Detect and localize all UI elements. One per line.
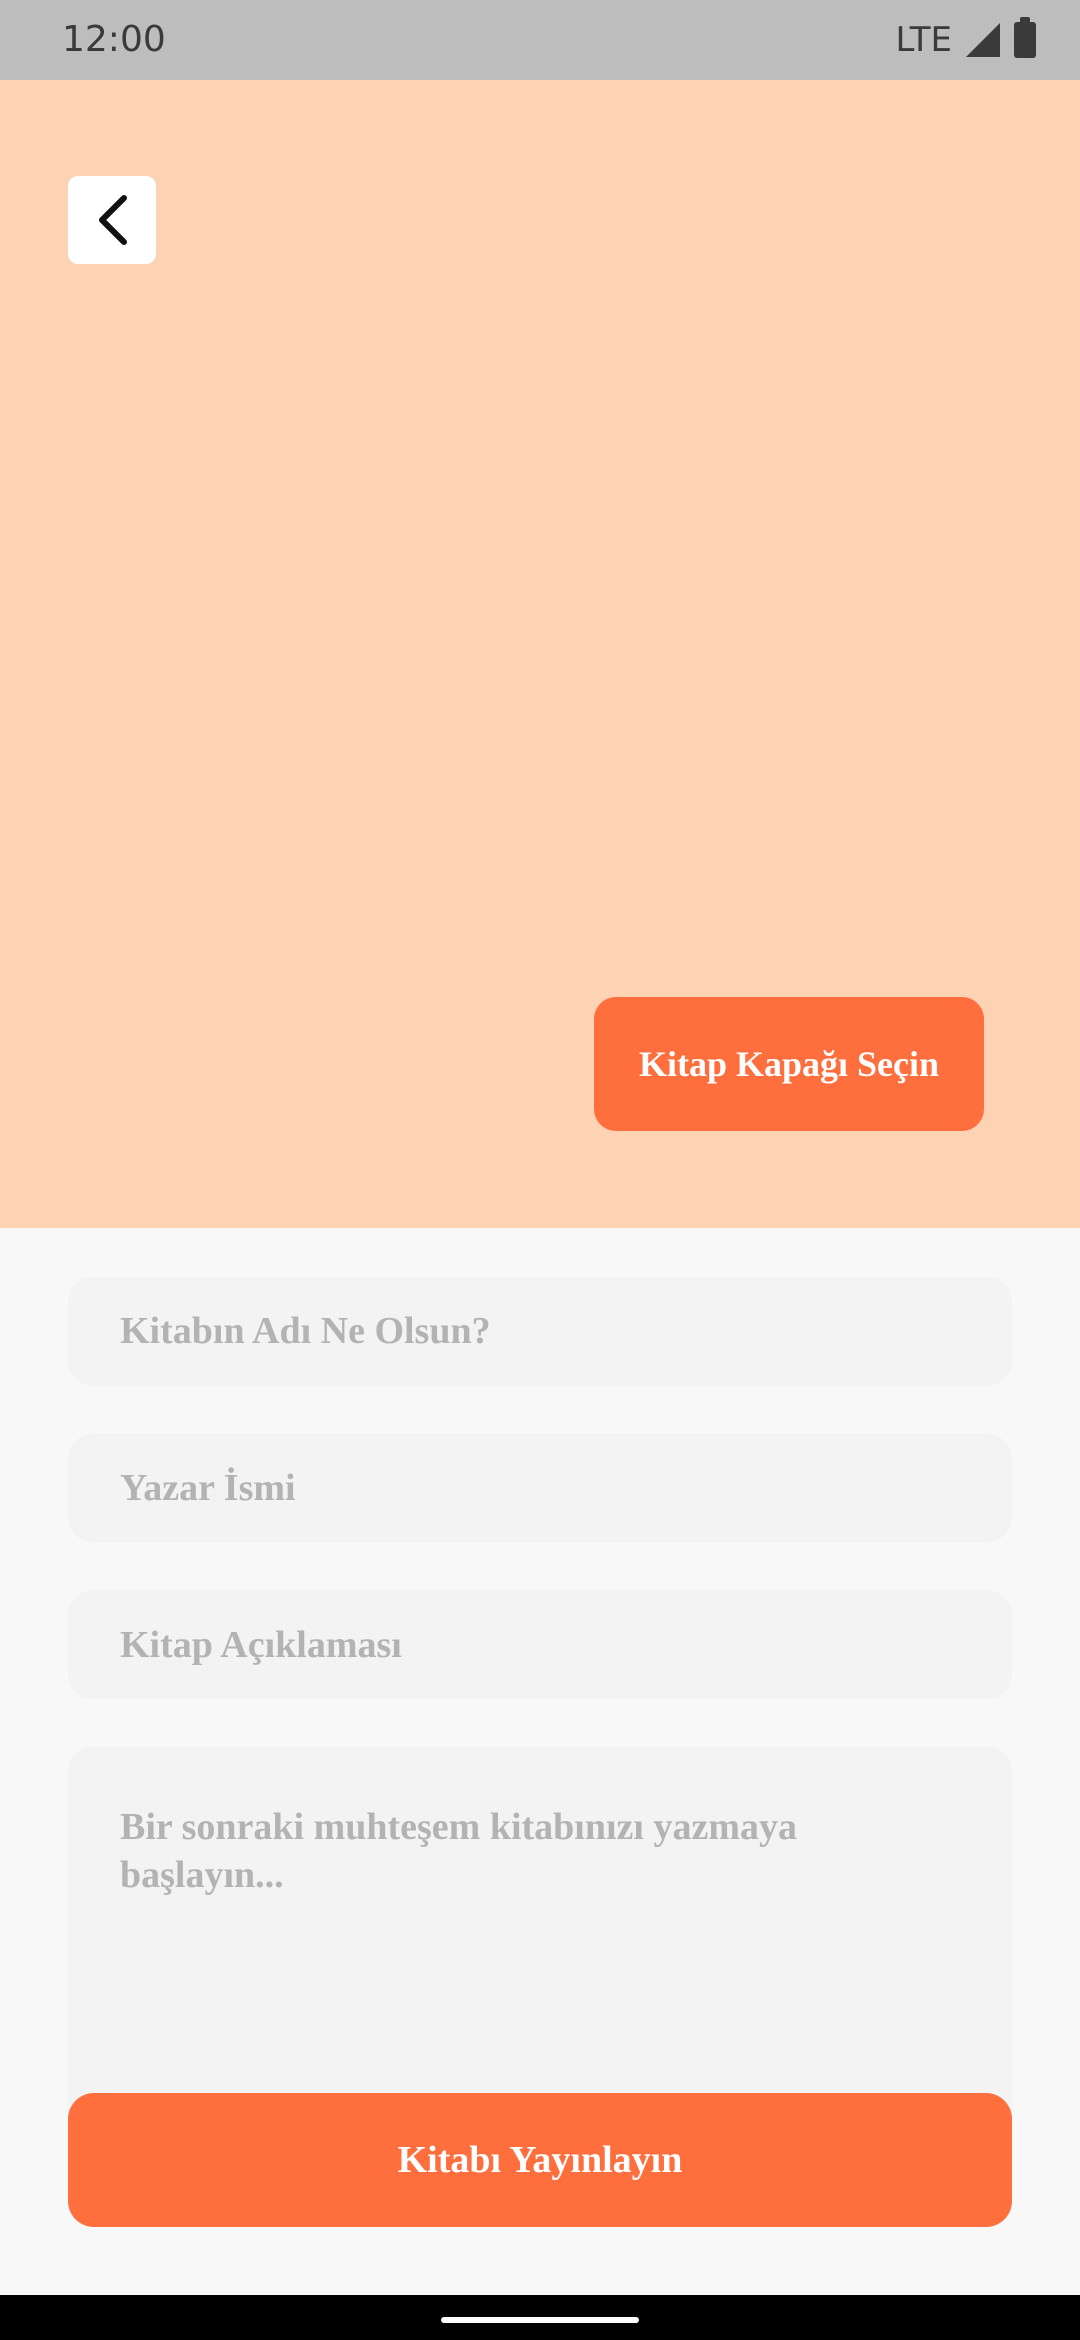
publish-book-button[interactable]: Kitabı Yayınlayın (68, 2093, 1012, 2227)
create-book-screen: 12:00 LTE Kitap Kapağı Seçin Kitabın Adı… (0, 0, 1080, 2340)
battery-icon (1014, 17, 1036, 58)
author-name-input[interactable]: Yazar İsmi (68, 1434, 1012, 1542)
back-button[interactable] (68, 176, 156, 264)
choose-cover-button[interactable]: Kitap Kapağı Seçin (594, 997, 984, 1131)
status-icons: LTE (895, 14, 1036, 66)
navigation-bar (0, 2295, 1080, 2340)
book-title-input[interactable]: Kitabın Adı Ne Olsun? (68, 1277, 1012, 1385)
signal-icon (966, 23, 1000, 57)
book-cover-preview: Kitap Kapağı Seçin (0, 80, 1080, 1228)
network-type: LTE (895, 20, 952, 60)
status-time: 12:00 (62, 19, 166, 60)
home-indicator[interactable] (441, 2317, 639, 2323)
chevron-left-icon (99, 195, 127, 245)
book-description-input[interactable]: Kitap Açıklaması (68, 1591, 1012, 1699)
status-bar: 12:00 LTE (0, 0, 1080, 80)
book-content-textarea[interactable]: Bir sonraki muhteşem kitabınızı yazmaya … (68, 1747, 1012, 2147)
